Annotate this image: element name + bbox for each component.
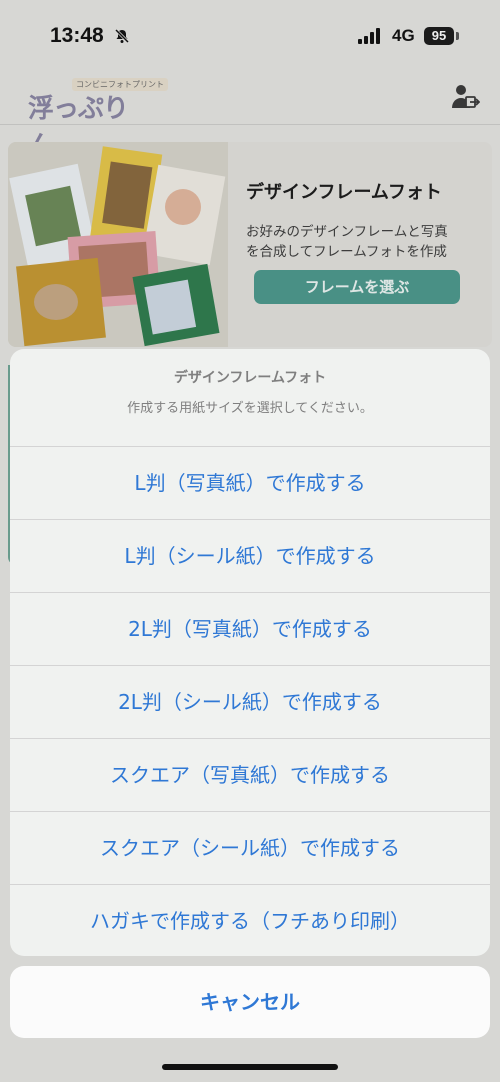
option-2l-photo[interactable]: 2L判（写真紙）で作成する (10, 593, 490, 666)
cancel-button[interactable]: キャンセル (10, 966, 490, 1038)
action-sheet-header: デザインフレームフォト 作成する用紙サイズを選択してください。 (10, 349, 490, 447)
action-sheet-title: デザインフレームフォト (173, 370, 327, 386)
option-2l-sticker[interactable]: 2L判（シール紙）で作成する (10, 666, 490, 739)
option-square-photo[interactable]: スクエア（写真紙）で作成する (10, 739, 490, 812)
option-square-sticker[interactable]: スクエア（シール紙）で作成する (10, 812, 490, 885)
option-l-photo[interactable]: L判（写真紙）で作成する (10, 447, 490, 520)
option-l-sticker[interactable]: L判（シール紙）で作成する (10, 520, 490, 593)
action-sheet-message: 作成する用紙サイズを選択してください。 (127, 401, 373, 416)
home-indicator[interactable] (162, 1064, 338, 1070)
paper-size-action-sheet: デザインフレームフォト 作成する用紙サイズを選択してください。 L判（写真紙）で… (10, 349, 490, 956)
option-postcard[interactable]: ハガキで作成する（フチあり印刷） (10, 885, 490, 956)
